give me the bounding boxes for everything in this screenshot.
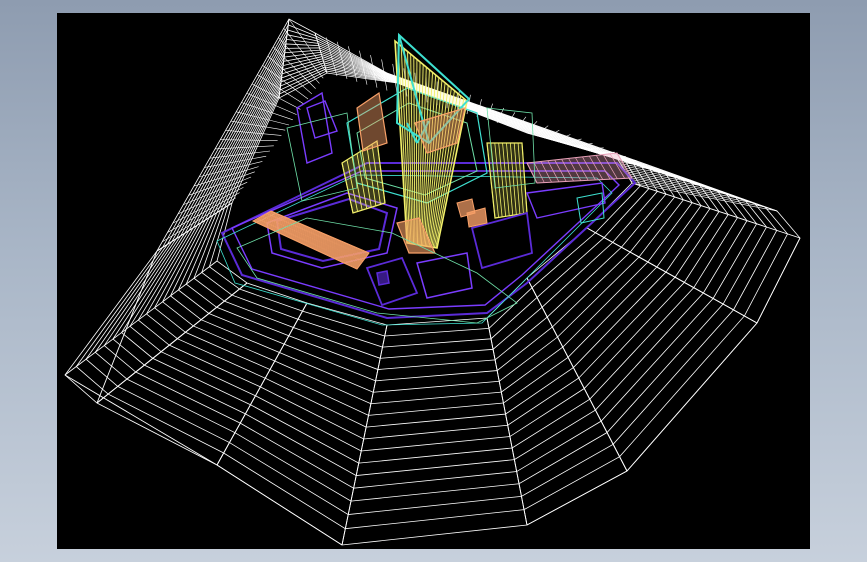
- terrain-edge: [586, 227, 758, 324]
- terrain-edge: [64, 374, 218, 466]
- terrain-hatch: [283, 28, 324, 79]
- roof-hatch: [259, 216, 362, 264]
- lower-block-d: [526, 182, 606, 219]
- terrain-edge: [278, 18, 290, 99]
- roof-hatch: [265, 213, 366, 258]
- cad-viewport[interactable]: [57, 13, 810, 549]
- terrain-ridge: [64, 260, 218, 376]
- terrain-edge: [96, 250, 158, 404]
- roof-hatch: [257, 218, 361, 266]
- wireframe-model[interactable]: [57, 13, 810, 549]
- terrain-edge: [341, 324, 388, 546]
- terrain-edge: [216, 464, 343, 546]
- roof-hatch: [260, 216, 363, 263]
- lower-block-b: [416, 252, 473, 299]
- lower-block-a: [365, 256, 419, 307]
- accent-cube: [376, 270, 390, 286]
- terrain-edge: [486, 317, 528, 526]
- terrain-edge: [626, 322, 758, 472]
- terrain-edge: [526, 277, 628, 472]
- terrain-edge: [526, 470, 628, 526]
- terrain-hatch: [288, 18, 328, 74]
